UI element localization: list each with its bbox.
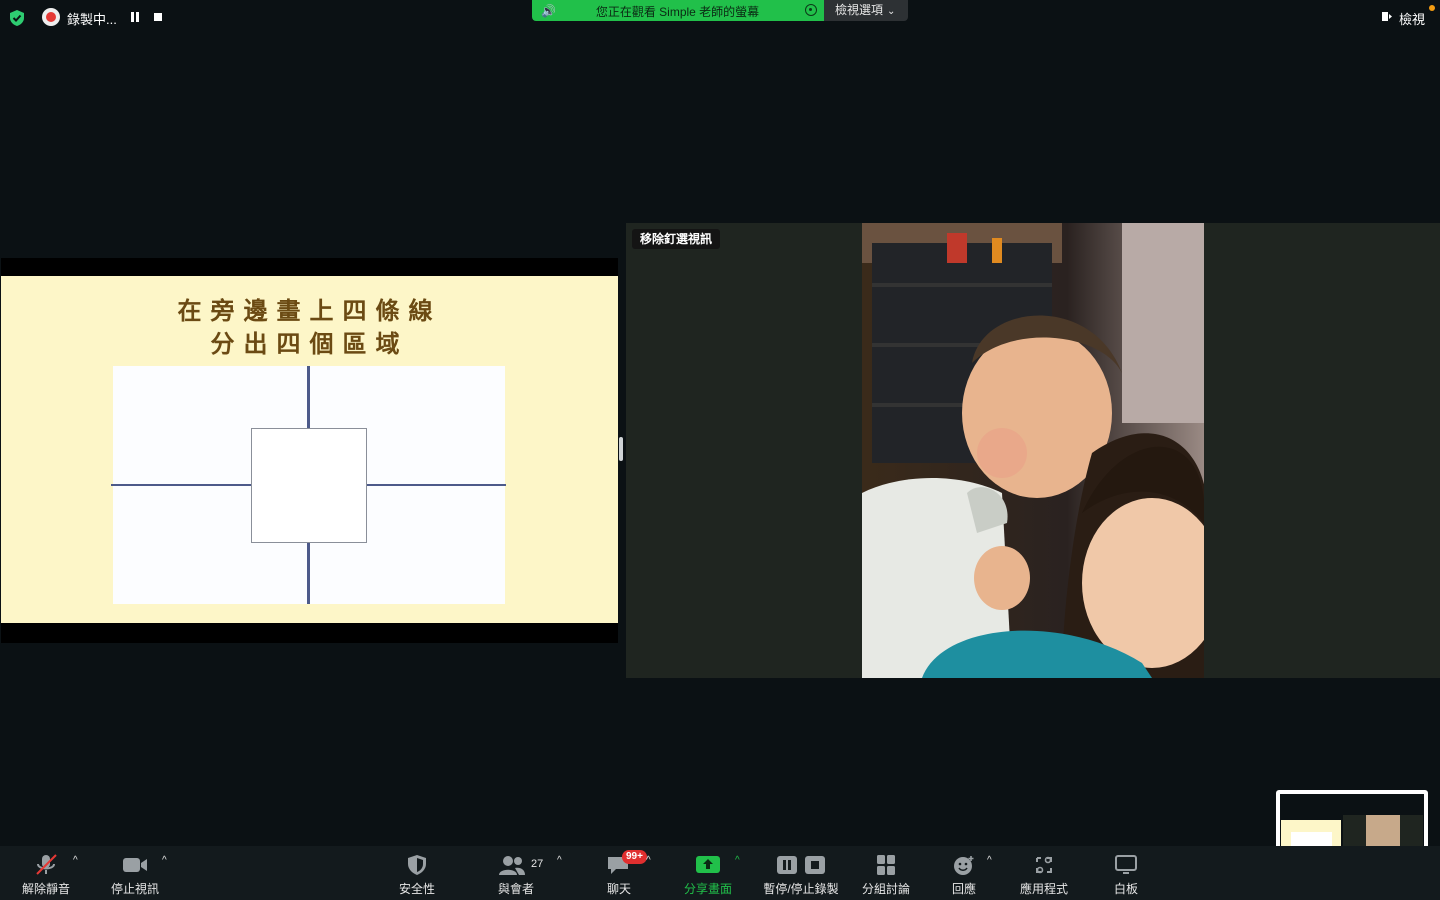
shield-icon [408, 855, 426, 875]
muted-microphone-icon [36, 854, 57, 875]
participants-options-caret-icon[interactable]: ^ [557, 856, 567, 866]
reactions-label: 回應 [951, 882, 976, 896]
slide-title-line1: 在旁邊畫上四條線 [177, 297, 442, 325]
record-icon [46, 12, 56, 22]
viewing-banner-text: 您正在觀看 Simple 老師的螢幕 [595, 5, 760, 19]
slide-title-line2: 分出四個區域 [210, 330, 409, 358]
security-shield-icon [10, 10, 24, 26]
view-button[interactable]: 檢視 [1399, 9, 1425, 28]
apps-label: 應用程式 [1019, 882, 1068, 896]
speaker-icon: 🔊 [541, 4, 556, 18]
apps-button[interactable]: 應用程式 [1012, 852, 1076, 898]
security-button[interactable]: 安全性 [385, 852, 449, 898]
audio-options-caret-icon[interactable]: ^ [73, 856, 83, 866]
share-options-caret-icon[interactable]: ^ [735, 856, 745, 866]
share-screen-label: 分享畫面 [683, 882, 732, 896]
smiley-icon [954, 856, 974, 875]
line-right [366, 484, 506, 486]
stop-video-button[interactable]: 停止視訊 [103, 852, 167, 898]
participant-video [862, 223, 1204, 678]
security-label: 安全性 [398, 882, 435, 896]
view-options-button[interactable]: 檢視選項 ⌄ [824, 0, 908, 21]
participants-label: 與會者 [497, 882, 534, 896]
chevron-down-icon: ⌄ [887, 6, 896, 17]
line-bottom [307, 542, 310, 604]
breakout-rooms-label: 分組討論 [861, 882, 910, 896]
focus-mode-icon[interactable] [805, 4, 817, 16]
recording-label[interactable]: 錄製中... [67, 9, 117, 28]
breakout-rooms-button[interactable]: 分組討論 [854, 852, 918, 898]
participants-icon [499, 856, 525, 875]
unmute-button[interactable]: 解除靜音 [14, 852, 78, 898]
pause-recording-icon[interactable] [131, 12, 141, 22]
unmute-label: 解除靜音 [21, 882, 70, 896]
chat-label: 聊天 [606, 882, 631, 896]
view-options-label: 檢視選項 [835, 3, 884, 17]
pause-stop-recording-button[interactable]: 暫停/停止錄製 [758, 852, 844, 898]
pause-stop-recording-icon [777, 856, 825, 874]
reactions-options-caret-icon[interactable]: ^ [987, 856, 997, 866]
view-icon[interactable] [1382, 11, 1392, 22]
share-screen-button[interactable]: 分享畫面 [676, 852, 740, 898]
chat-options-caret-icon[interactable]: ^ [646, 856, 656, 866]
line-left [111, 484, 251, 486]
stop-video-label: 停止視訊 [110, 882, 159, 896]
whiteboard-icon [1115, 855, 1137, 874]
video-camera-icon [123, 858, 147, 872]
whiteboard-label: 白板 [1113, 882, 1138, 896]
stop-recording-icon[interactable] [154, 13, 162, 21]
notification-dot [1429, 5, 1435, 11]
resize-handle[interactable] [619, 437, 623, 461]
breakout-rooms-icon [877, 855, 895, 875]
chat-unread-badge: 99+ [622, 850, 647, 864]
participants-count: 27 [531, 858, 544, 870]
unpin-video-button[interactable]: 移除釘選視訊 [632, 229, 721, 249]
share-screen-icon [696, 856, 720, 873]
center-square [251, 428, 367, 543]
pause-stop-recording-label: 暫停/停止錄製 [763, 882, 839, 896]
apps-icon [1036, 856, 1052, 874]
whiteboard-button[interactable]: 白板 [1094, 852, 1158, 898]
video-options-caret-icon[interactable]: ^ [162, 856, 172, 866]
line-top [307, 366, 310, 428]
